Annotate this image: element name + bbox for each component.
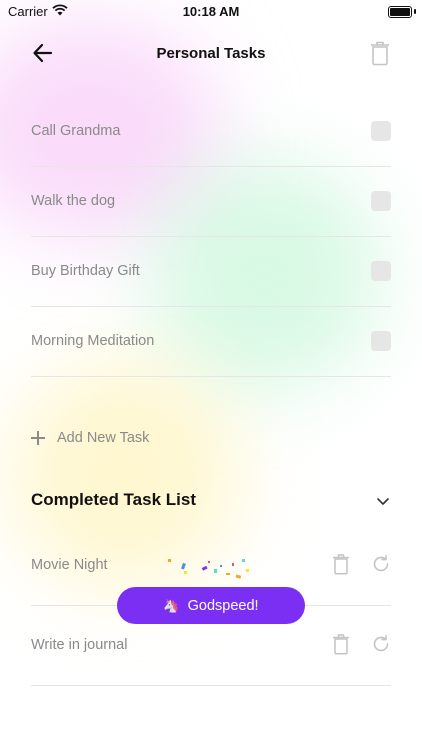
checkbox-icon[interactable] bbox=[371, 331, 391, 351]
trash-icon[interactable] bbox=[370, 40, 390, 66]
toast-notification: 🦄 Godspeed! bbox=[117, 587, 305, 624]
completed-task-label: Movie Night bbox=[31, 557, 108, 573]
checkbox-icon[interactable] bbox=[371, 191, 391, 211]
chevron-down-icon[interactable] bbox=[375, 493, 391, 509]
task-label: Walk the dog bbox=[31, 193, 116, 209]
page-title: Personal Tasks bbox=[156, 45, 266, 62]
task-row[interactable]: Walk the dog bbox=[31, 166, 391, 237]
refresh-icon[interactable] bbox=[371, 554, 391, 574]
status-bar: Carrier 10:18 AM bbox=[0, 0, 422, 24]
clock: 10:18 AM bbox=[182, 4, 240, 19]
confetti-animation bbox=[168, 559, 249, 579]
checkbox-icon[interactable] bbox=[371, 121, 391, 141]
task-row[interactable]: Call Grandma bbox=[31, 96, 391, 167]
task-row[interactable]: Buy Birthday Gift bbox=[31, 236, 391, 307]
trash-icon[interactable] bbox=[332, 553, 350, 575]
nav-bar: Personal Tasks bbox=[0, 36, 422, 72]
checkbox-icon[interactable] bbox=[371, 261, 391, 281]
add-task-button[interactable]: Add New Task bbox=[31, 426, 149, 450]
trash-icon[interactable] bbox=[332, 633, 350, 655]
completed-section-header[interactable]: Completed Task List bbox=[31, 488, 391, 514]
unicorn-icon: 🦄 bbox=[163, 597, 180, 613]
battery-icon bbox=[388, 6, 412, 18]
completed-section-title: Completed Task List bbox=[31, 490, 196, 509]
refresh-icon[interactable] bbox=[371, 634, 391, 654]
battery-tip bbox=[414, 9, 416, 14]
toast-text: Godspeed! bbox=[187, 597, 259, 614]
completed-task-label: Write in journal bbox=[31, 637, 128, 653]
task-label: Buy Birthday Gift bbox=[31, 263, 140, 279]
task-row[interactable]: Morning Meditation bbox=[31, 306, 391, 377]
task-label: Morning Meditation bbox=[31, 333, 155, 349]
add-task-label: Add New Task bbox=[57, 430, 150, 446]
plus-icon bbox=[31, 431, 45, 445]
task-label: Call Grandma bbox=[31, 123, 121, 139]
